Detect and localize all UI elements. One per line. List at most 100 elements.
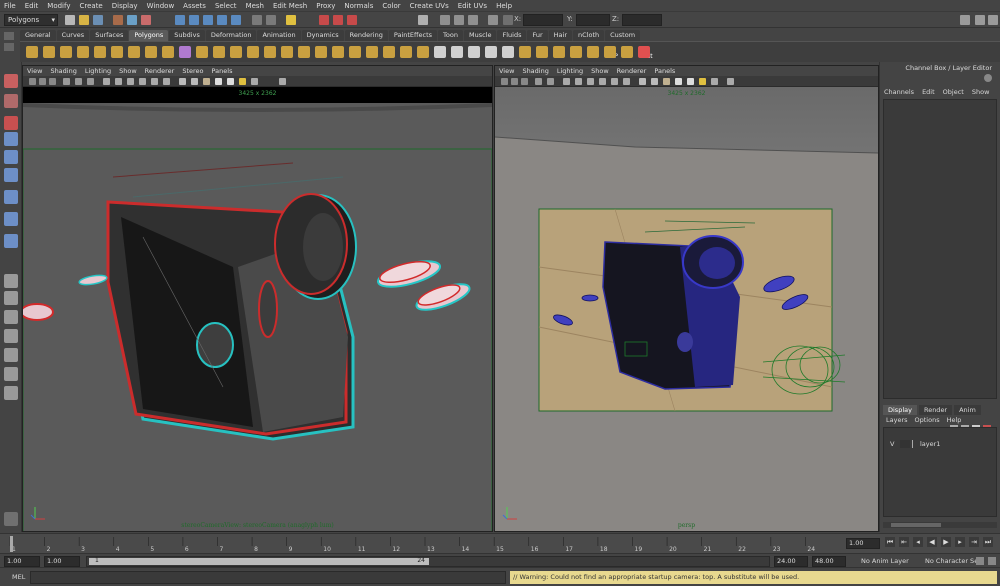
snap-curve-icon[interactable]: [189, 15, 199, 25]
sel-mode-icon-2[interactable]: [454, 15, 464, 25]
shelf-tool-icon-5[interactable]: [94, 46, 106, 58]
layer-menu-help[interactable]: Help: [947, 416, 962, 424]
step-forward-frame-button[interactable]: ▸: [955, 537, 965, 547]
shelf-tool-icon-36[interactable]: [621, 46, 633, 58]
shelf-tool-icon-10[interactable]: [179, 46, 191, 58]
grid-toggle-icon[interactable]: [103, 78, 110, 85]
channel-menu-channels[interactable]: Channels: [884, 88, 914, 96]
xray-icon[interactable]: [239, 78, 246, 85]
left-menu-stereo[interactable]: Stereo: [182, 66, 203, 76]
shadows-icon[interactable]: [227, 78, 234, 85]
layer-color-swatch[interactable]: [912, 440, 918, 448]
play-backward-button[interactable]: ◀: [927, 537, 937, 547]
persp-grid-icon[interactable]: [563, 78, 570, 85]
shelf-tool-icon-18[interactable]: [315, 46, 327, 58]
menu-normals[interactable]: Normals: [344, 2, 373, 10]
layer-menu-options[interactable]: Options: [915, 416, 940, 424]
persp-resolution-gate-icon[interactable]: [587, 78, 594, 85]
snap-point-icon[interactable]: [203, 15, 213, 25]
menu-color[interactable]: Color: [382, 2, 400, 10]
animation-prefs-icon[interactable]: [988, 557, 996, 565]
right-menu-shading[interactable]: Shading: [522, 66, 548, 76]
shelf-tab-surfaces[interactable]: Surfaces: [90, 30, 129, 41]
playback-end-field[interactable]: 24.00: [774, 556, 808, 567]
shelf-tab-muscle[interactable]: Muscle: [463, 30, 497, 41]
channel-box-toggle-icon[interactable]: [984, 74, 992, 82]
persp-film-gate-icon[interactable]: [575, 78, 582, 85]
left-menu-panels[interactable]: Panels: [212, 66, 233, 76]
snap-grid-icon[interactable]: [175, 15, 185, 25]
shelf-tab-polygons[interactable]: Polygons: [129, 30, 169, 41]
anim-layer-dropdown[interactable]: No Anim Layer: [861, 557, 909, 565]
menu-edit[interactable]: Edit: [25, 2, 39, 10]
auto-key-icon[interactable]: [976, 557, 984, 565]
shelf-tool-icon-21[interactable]: [366, 46, 378, 58]
channel-box-icon[interactable]: [988, 15, 998, 25]
shelf-tool-icon-13[interactable]: [230, 46, 242, 58]
layer-name[interactable]: layer1: [920, 440, 940, 448]
go-to-start-button[interactable]: ⏮: [885, 537, 895, 547]
persp-shadows-icon[interactable]: [687, 78, 694, 85]
persp-camera-attr-icon[interactable]: [511, 78, 518, 85]
step-back-frame-button[interactable]: ◂: [913, 537, 923, 547]
shelf-tab-subdivs[interactable]: Subdivs: [169, 30, 205, 41]
menu-window[interactable]: Window: [147, 2, 175, 10]
menu-modify[interactable]: Modify: [47, 2, 70, 10]
channel-menu-edit[interactable]: Edit: [922, 88, 935, 96]
isolate-select-icon[interactable]: [251, 78, 258, 85]
render-icon[interactable]: [319, 15, 329, 25]
left-menu-view[interactable]: View: [27, 66, 42, 76]
shelf-tool-icon-4[interactable]: [77, 46, 89, 58]
persp-gate-mask-icon[interactable]: [599, 78, 606, 85]
select-hierarchy-icon[interactable]: [113, 15, 123, 25]
save-scene-icon[interactable]: [93, 15, 103, 25]
bookmark-icon[interactable]: [49, 78, 56, 85]
shelf-tool-icon-3[interactable]: [60, 46, 72, 58]
shelf-tab-fluids[interactable]: Fluids: [497, 30, 527, 41]
ipr-render-icon[interactable]: [333, 15, 343, 25]
channel-box-area[interactable]: [883, 99, 997, 399]
quick-layout-icon[interactable]: [4, 512, 18, 526]
shelf-tab-general[interactable]: General: [20, 30, 56, 41]
persp-2d-pan-zoom-icon[interactable]: [547, 78, 554, 85]
left-menu-shading[interactable]: Shading: [50, 66, 76, 76]
select-object-icon[interactable]: [127, 15, 137, 25]
persp-field-chart-icon[interactable]: [611, 78, 618, 85]
shelf-editor-icon[interactable]: [4, 43, 14, 51]
left-menu-lighting[interactable]: Lighting: [85, 66, 111, 76]
safe-action-icon[interactable]: [163, 78, 170, 85]
wireframe-icon[interactable]: [179, 78, 186, 85]
2d-pan-zoom-icon[interactable]: [75, 78, 82, 85]
shelf-tool-icon-25[interactable]: [434, 46, 446, 58]
persp-graph-layout-icon[interactable]: [4, 348, 18, 362]
right-menu-panels[interactable]: Panels: [654, 66, 675, 76]
persp-image-plane-icon[interactable]: [535, 78, 542, 85]
current-frame-field[interactable]: 1.00: [846, 538, 880, 549]
tool-settings-icon[interactable]: [975, 15, 985, 25]
last-tool-icon[interactable]: [4, 234, 18, 248]
x-field[interactable]: [523, 14, 563, 26]
shelf-tool-icon-7[interactable]: [128, 46, 140, 58]
shelf-tool-icon-1[interactable]: [26, 46, 38, 58]
playback-start-field[interactable]: 1.00: [44, 556, 80, 567]
animation-start-field[interactable]: 1.00: [4, 556, 40, 567]
sel-mode-icon-4[interactable]: [488, 15, 498, 25]
shelf-tool-icon-32[interactable]: [553, 46, 565, 58]
right-menu-lighting[interactable]: Lighting: [557, 66, 583, 76]
menu-mesh[interactable]: Mesh: [246, 2, 264, 10]
shelf-tool-icon-14[interactable]: [247, 46, 259, 58]
layer-scrollbar[interactable]: [883, 522, 997, 528]
persp-wireframe-icon[interactable]: [639, 78, 646, 85]
step-forward-key-button[interactable]: ⇥: [969, 537, 979, 547]
shelf-tab-ncloth[interactable]: nCloth: [573, 30, 605, 41]
right-menu-view[interactable]: View: [499, 66, 514, 76]
layer-menu-layers[interactable]: Layers: [886, 416, 908, 424]
persp-viewport[interactable]: 3425 x 2362 persp: [495, 87, 878, 531]
shelf-tab-toon[interactable]: Toon: [438, 30, 463, 41]
shelf-tab-menu-icon[interactable]: [4, 32, 14, 40]
persp-isolate-icon[interactable]: [711, 78, 718, 85]
camera-select-icon[interactable]: [29, 78, 36, 85]
shelf-tool-icon-35[interactable]: [604, 46, 616, 58]
persp-safe-action-icon[interactable]: [623, 78, 630, 85]
sel-mode-icon-1[interactable]: [440, 15, 450, 25]
